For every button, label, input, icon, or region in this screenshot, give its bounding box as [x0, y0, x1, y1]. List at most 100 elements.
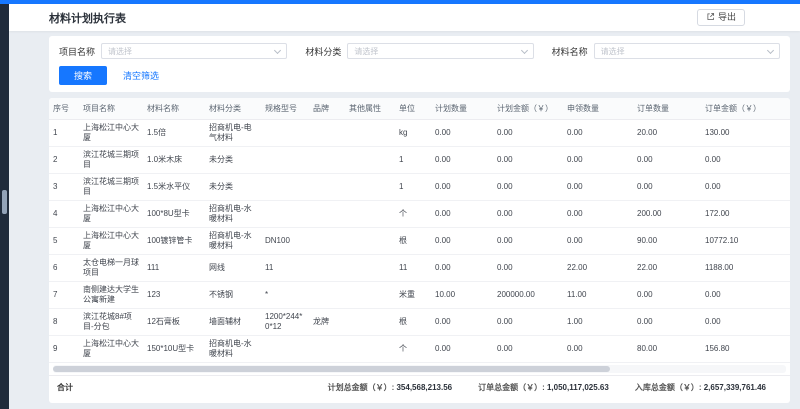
table-row[interactable]: 6太仓电梯一月球项目111网线11110.000.0022.0022.00118…: [49, 255, 790, 282]
table-cell: 20.00: [633, 120, 701, 147]
column-header: 其他属性: [345, 98, 395, 120]
table-cell: [261, 120, 309, 147]
column-header: 材料分类: [205, 98, 261, 120]
page-content: 项目名称 请选择 材料分类 请选择 材料名称: [9, 31, 800, 409]
column-header: 订单数量: [633, 98, 701, 120]
table-row[interactable]: 3滨江花城三期项目1.5米水平仪未分类10.000.000.000.000.00: [49, 174, 790, 201]
table-cell: 5: [49, 228, 79, 255]
table-cell: 156.80: [701, 336, 790, 363]
table-cell: 0.00: [563, 336, 633, 363]
search-button[interactable]: 搜索: [59, 66, 107, 85]
table-cell: 200.00: [633, 201, 701, 228]
table-cell: [345, 228, 395, 255]
table-cell: 0.00: [493, 174, 563, 201]
table-cell: 墙面辅材: [205, 309, 261, 336]
table-cell: 0.00: [493, 255, 563, 282]
table-cell: DN100: [261, 228, 309, 255]
table-cell: 100镀锌管卡: [143, 228, 205, 255]
table-cell: 130.00: [701, 120, 790, 147]
clear-filters-link[interactable]: 清空筛选: [123, 69, 159, 82]
table-row[interactable]: 4上海松江中心大厦100*8U型卡招商机电-水暖材料个0.000.000.002…: [49, 201, 790, 228]
table-cell: 9: [49, 336, 79, 363]
material-name-select[interactable]: 请选择: [594, 43, 780, 59]
material-category-select[interactable]: 请选择: [347, 43, 533, 59]
table-cell: 0.00: [701, 282, 790, 309]
table-cell: 1.00: [563, 309, 633, 336]
table-cell: 2: [49, 147, 79, 174]
export-button[interactable]: 导出: [697, 9, 745, 27]
table-cell: 0.00: [701, 309, 790, 336]
table-cell: [309, 282, 345, 309]
data-table-card: 序号项目名称材料名称材料分类规格型号品牌其他属性单位计划数量计划金额（￥）申领数…: [49, 98, 790, 403]
table-cell: 0.00: [563, 201, 633, 228]
summary-items: 计划总金额（￥）: 354,568,213.56订单总金额（￥）: 1,050,…: [328, 382, 766, 393]
project-name-placeholder: 请选择: [108, 46, 132, 57]
table-cell: 8: [49, 309, 79, 336]
table-cell: 0.00: [563, 120, 633, 147]
table-cell: 根: [395, 228, 431, 255]
sidebar-collapse-handle[interactable]: [2, 190, 7, 214]
table-cell: [309, 174, 345, 201]
table-cell: [261, 174, 309, 201]
project-name-label: 项目名称: [59, 45, 95, 58]
table-cell: 150*10U型卡: [143, 336, 205, 363]
filter-field-material-name: 材料名称 请选择: [552, 43, 780, 59]
table-cell: 0.00: [493, 120, 563, 147]
material-category-placeholder: 请选择: [354, 46, 378, 57]
table-cell: 1188.00: [701, 255, 790, 282]
table-cell: 招商机电-水暖材料: [205, 201, 261, 228]
table-cell: 10772.10: [701, 228, 790, 255]
column-header: 申领数量: [563, 98, 633, 120]
table-cell: 22.00: [633, 255, 701, 282]
table-cell: 4: [49, 201, 79, 228]
table-row[interactable]: 9上海松江中心大厦150*10U型卡招商机电-水暖材料个0.000.000.00…: [49, 336, 790, 363]
table-cell: [309, 255, 345, 282]
summary-item: 计划总金额（￥）: 354,568,213.56: [328, 382, 453, 393]
horizontal-scrollbar-thumb[interactable]: [53, 366, 610, 372]
column-header: 序号: [49, 98, 79, 120]
table-cell: 100*8U型卡: [143, 201, 205, 228]
table-cell: 1.0米木床: [143, 147, 205, 174]
project-name-select[interactable]: 请选择: [101, 43, 287, 59]
table-cell: 1.5米水平仪: [143, 174, 205, 201]
export-button-label: 导出: [718, 12, 736, 23]
table-row[interactable]: 7南侧建达大学生公寓新建123不锈钢*米重10.00200000.0011.00…: [49, 282, 790, 309]
table-header-row: 序号项目名称材料名称材料分类规格型号品牌其他属性单位计划数量计划金额（￥）申领数…: [49, 98, 790, 120]
table-cell: 172.00: [701, 201, 790, 228]
table-row[interactable]: 1上海松江中心大厦1.5倍招商机电-电气材料kg0.000.000.0020.0…: [49, 120, 790, 147]
table-cell: 11: [395, 255, 431, 282]
table-cell: 滨江花城三期项目: [79, 147, 143, 174]
table-cell: 未分类: [205, 147, 261, 174]
summary-total-label: 合计: [53, 382, 73, 393]
export-icon: [706, 12, 715, 24]
column-header: 规格型号: [261, 98, 309, 120]
table-cell: 1: [395, 174, 431, 201]
chevron-down-icon: [521, 46, 528, 53]
table-cell: 0.00: [701, 147, 790, 174]
filter-actions-row: 搜索 清空筛选: [59, 66, 780, 85]
table-cell: [309, 120, 345, 147]
table-cell: 22.00: [563, 255, 633, 282]
table-cell: 10.00: [431, 282, 493, 309]
table-container: 序号项目名称材料名称材料分类规格型号品牌其他属性单位计划数量计划金额（￥）申领数…: [49, 98, 790, 363]
table-cell: 11.00: [563, 282, 633, 309]
table-cell: 1.5倍: [143, 120, 205, 147]
table-cell: 0.00: [633, 309, 701, 336]
table-cell: 111: [143, 255, 205, 282]
table-cell: 0.00: [431, 336, 493, 363]
table-cell: 上海松江中心大厦: [79, 228, 143, 255]
table-row[interactable]: 2滨江花城三期项目1.0米木床未分类10.000.000.000.000.00: [49, 147, 790, 174]
chevron-down-icon: [274, 46, 281, 53]
table-cell: 0.00: [431, 309, 493, 336]
table-cell: 太仓电梯一月球项目: [79, 255, 143, 282]
table-cell: 0.00: [701, 174, 790, 201]
table-cell: [345, 282, 395, 309]
table-cell: [345, 336, 395, 363]
table-cell: 不锈钢: [205, 282, 261, 309]
table-cell: [261, 147, 309, 174]
table-row[interactable]: 5上海松江中心大厦100镀锌管卡招商机电-水暖材料DN100根0.000.000…: [49, 228, 790, 255]
column-header: 订单金额（￥）: [701, 98, 790, 120]
table-row[interactable]: 8滨江花城8#项目-分包12石膏板墙面辅材1200*244*0*12龙牌根0.0…: [49, 309, 790, 336]
filter-fields-row: 项目名称 请选择 材料分类 请选择 材料名称: [59, 43, 780, 59]
table-cell: 80.00: [633, 336, 701, 363]
